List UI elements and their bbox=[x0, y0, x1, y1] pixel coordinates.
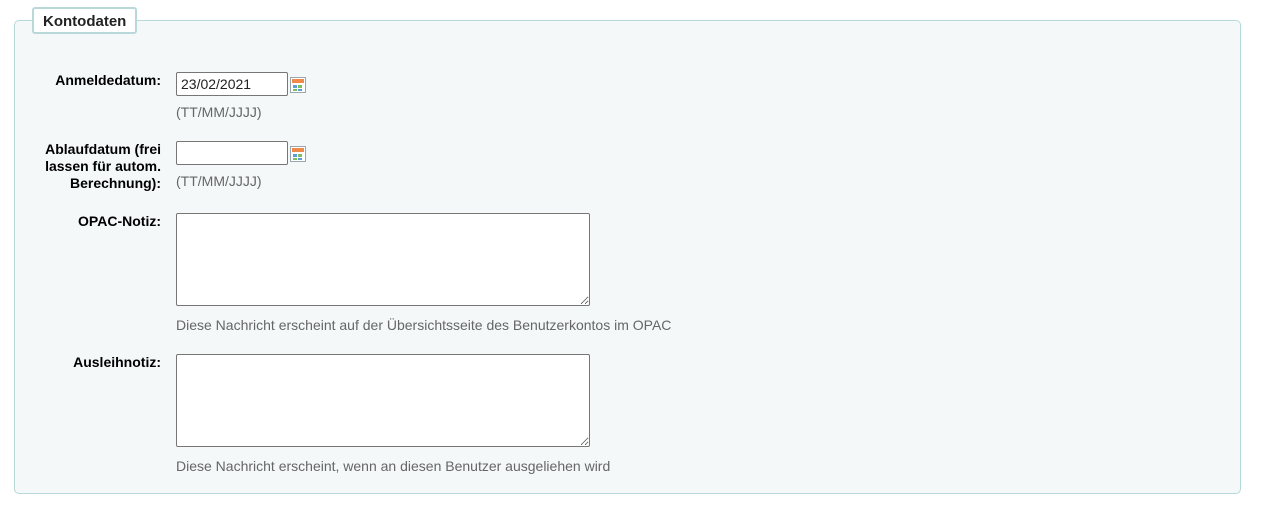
enrolment-date-label: Anmeldedatum: bbox=[55, 72, 161, 88]
calendar-icon[interactable] bbox=[290, 77, 306, 93]
expiry-date-label-line: Berechnung): bbox=[70, 175, 161, 191]
expiry-date-label-line: Ablaufdatum (frei bbox=[45, 141, 161, 157]
opac-note-label: OPAC-Notiz: bbox=[78, 213, 161, 229]
enrolment-date-format-hint: (TT/MM/JJJJ) bbox=[176, 104, 262, 120]
opac-note-textarea[interactable] bbox=[176, 213, 590, 306]
fieldset-legend: Kontodaten bbox=[32, 7, 138, 34]
circulation-note-hint: Diese Nachricht erscheint, wenn an diese… bbox=[176, 458, 611, 474]
expiry-date-label-line: lassen für autom. bbox=[45, 158, 161, 174]
circulation-note-label: Ausleihnotiz: bbox=[73, 354, 161, 370]
calendar-icon[interactable] bbox=[290, 146, 306, 162]
enrolment-date-input[interactable] bbox=[176, 72, 288, 96]
opac-note-hint: Diese Nachricht erscheint auf der Übersi… bbox=[176, 317, 672, 333]
expiry-date-format-hint: (TT/MM/JJJJ) bbox=[176, 173, 262, 189]
expiry-date-input[interactable] bbox=[176, 141, 288, 165]
circulation-note-textarea[interactable] bbox=[176, 354, 590, 447]
expiry-date-label: Ablaufdatum (frei lassen für autom. Bere… bbox=[45, 141, 161, 192]
